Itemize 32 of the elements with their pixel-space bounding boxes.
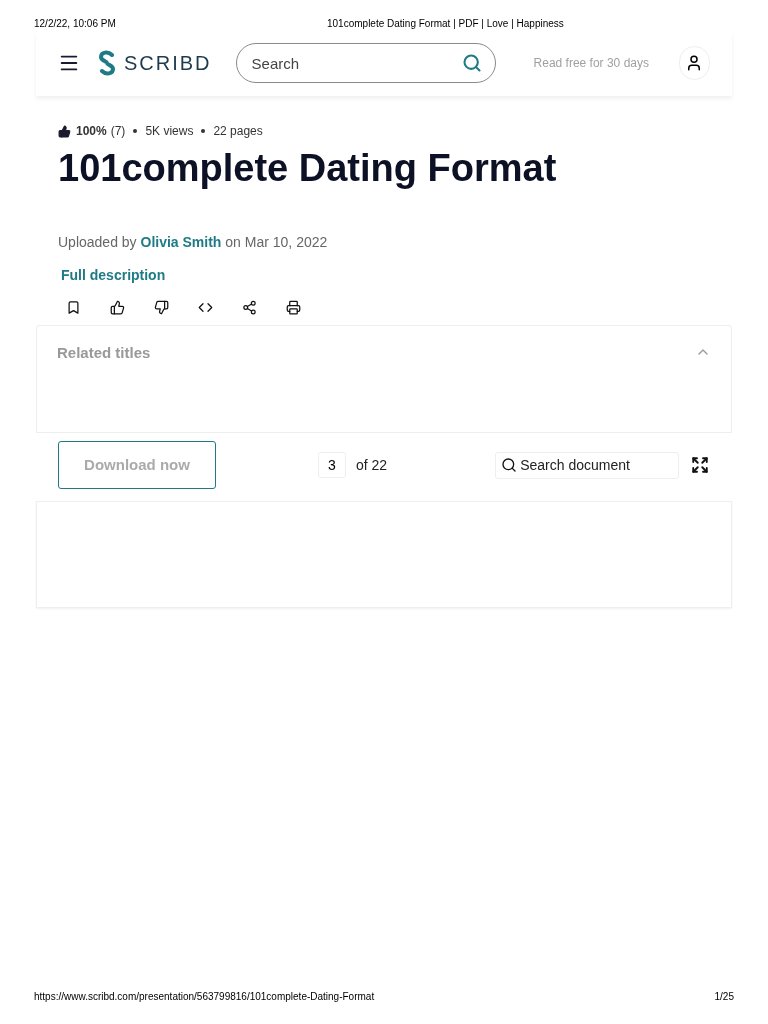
- document-title: 101complete Dating Format: [58, 146, 558, 191]
- views-count: 5K views: [145, 123, 194, 140]
- thumbs-up-icon: [58, 124, 71, 138]
- bullet-icon: [133, 129, 138, 133]
- code-icon[interactable]: [198, 300, 213, 315]
- document-search-field[interactable]: Search document: [495, 451, 680, 479]
- rating-count: (7): [110, 123, 126, 140]
- fullscreen-icon[interactable]: [691, 456, 710, 474]
- free-trial-link[interactable]: Read free for 30 days: [533, 54, 649, 72]
- upload-info: Uploaded by Olivia Smith on Mar 10, 2022: [58, 233, 329, 252]
- bookmark-icon[interactable]: [66, 300, 81, 315]
- logo-text: SCRIBD: [124, 51, 212, 76]
- search-icon: [501, 456, 518, 473]
- print-page-number: 1/25: [714, 990, 734, 1004]
- related-titles-heading: Related titles: [57, 343, 151, 363]
- page-number-field[interactable]: 3: [318, 452, 346, 478]
- print-title: 101complete Dating Format | PDF | Love | Happiness: [327, 17, 564, 31]
- rating: 100%: [76, 123, 107, 140]
- logo-icon: [96, 50, 118, 76]
- thumbs-down-icon[interactable]: [154, 300, 169, 315]
- printer-icon[interactable]: [286, 300, 301, 315]
- full-description-link[interactable]: Full description: [61, 265, 710, 286]
- thumbs-up-icon[interactable]: [110, 300, 125, 315]
- bullet-icon: [201, 129, 206, 133]
- print-url: https://www.scribd.com/presentation/563799816/101complete-Dating-Format: [34, 990, 375, 1004]
- page-count: 22 pages: [213, 123, 263, 140]
- search-icon[interactable]: [461, 53, 482, 73]
- print-date: 12/2/22, 10:06 PM: [34, 17, 117, 31]
- search-field[interactable]: Search: [235, 43, 496, 83]
- share-icon[interactable]: [242, 300, 257, 315]
- uploader-link[interactable]: Olivia Smith: [140, 234, 222, 250]
- page-total: of 22: [356, 455, 388, 475]
